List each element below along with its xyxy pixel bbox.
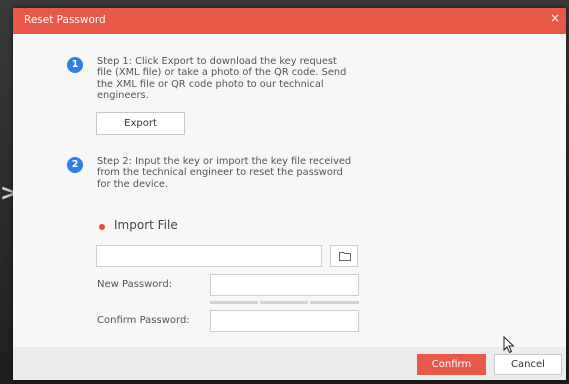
export-button[interactable]: Export	[96, 112, 185, 135]
step-2-line: for the device.	[97, 178, 169, 190]
browse-file-button[interactable]	[330, 245, 358, 267]
step-1-line: engineers.	[97, 89, 149, 101]
mouse-pointer-icon	[503, 336, 515, 354]
folder-icon	[339, 252, 351, 261]
step-1-text: Step 1: Click Export to download the key…	[97, 56, 346, 101]
dialog-titlebar: Reset Password ×	[13, 8, 566, 34]
dialog-title: Reset Password	[24, 14, 106, 26]
step-2-badge: 2	[67, 157, 83, 173]
step-1-line: Step 1: Click Export to download the key…	[97, 56, 337, 67]
close-icon[interactable]: ×	[550, 12, 560, 24]
confirm-button[interactable]: Confirm	[417, 354, 486, 375]
dialog-footer: Confirm Cancel	[13, 347, 566, 380]
import-file-label: Import File	[114, 218, 178, 232]
password-strength-segment	[260, 301, 308, 304]
dialog-body: 1 Step 1: Click Export to download the k…	[13, 34, 566, 347]
confirm-password-input[interactable]	[210, 310, 359, 332]
step-2-text: Step 2: Input the key or import the key …	[97, 156, 351, 190]
new-password-label: New Password:	[97, 279, 173, 290]
step-1-badge: 1	[67, 57, 83, 73]
import-file-path-input[interactable]	[96, 245, 322, 267]
step-1-line: file (XML file) or take a photo of the Q…	[97, 67, 347, 79]
cancel-button[interactable]: Cancel	[494, 354, 562, 375]
reset-password-dialog: Reset Password × 1 Step 1: Click Export …	[13, 8, 566, 380]
password-strength-segment	[210, 301, 258, 304]
import-file-radio[interactable]	[99, 224, 105, 230]
step-2-line: Step 2: Input the key or import the key …	[97, 156, 352, 167]
confirm-password-label: Confirm Password:	[97, 315, 190, 326]
step-2-line: from the technical engineer to reset the…	[97, 167, 343, 179]
password-strength-segment	[310, 301, 359, 304]
step-1-line: the XML file or QR code photo to our tec…	[97, 78, 324, 90]
new-password-input[interactable]	[210, 274, 359, 296]
